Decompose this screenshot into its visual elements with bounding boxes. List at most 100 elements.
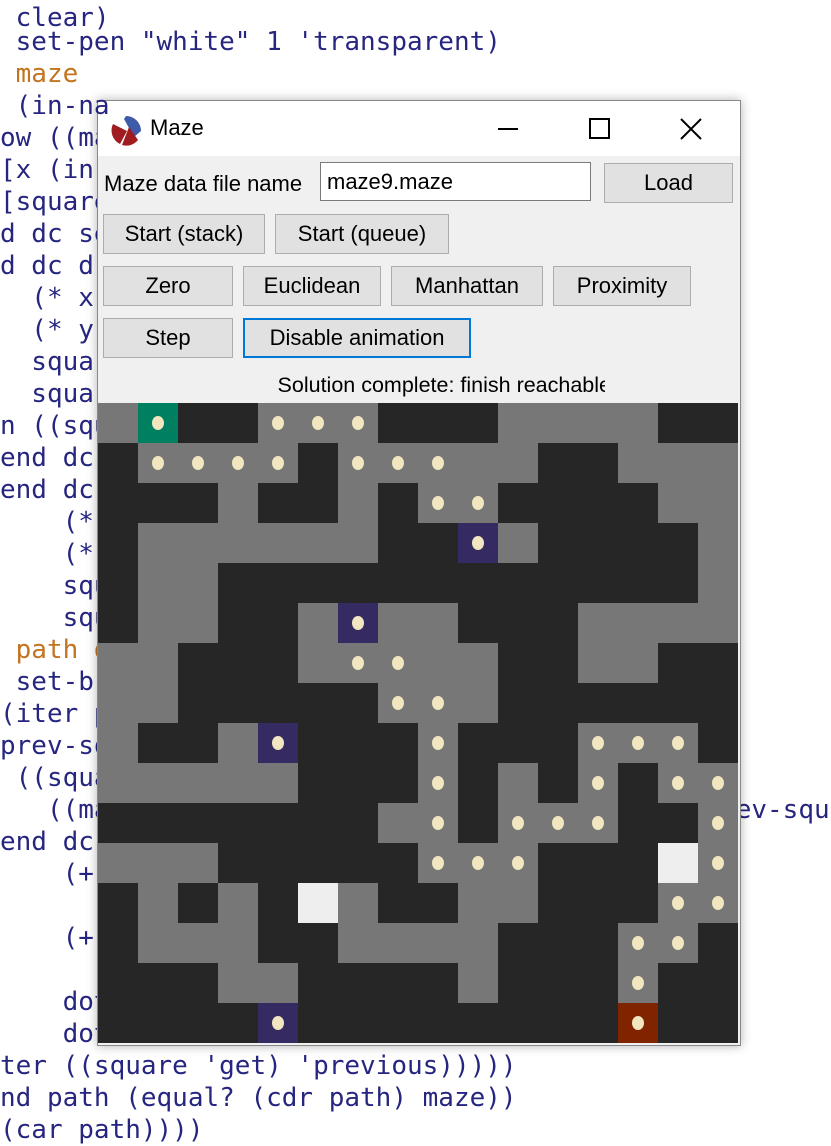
maze-cell-wall (578, 923, 618, 963)
maze-cell-wall (698, 643, 738, 683)
maze-cell-open (178, 563, 218, 603)
maze-cell-open (138, 523, 178, 563)
maze-cell-wall (458, 803, 498, 843)
status-message: Solution complete: finish reachable (277, 373, 605, 397)
maze-cell-open (138, 883, 178, 923)
maze-cell-wall (298, 683, 338, 723)
maze-cell-wall (218, 563, 258, 603)
close-icon[interactable] (668, 111, 714, 147)
maze-cell-open (458, 923, 498, 963)
maze-cell-wall (338, 803, 378, 843)
maze-cell-open-path (418, 803, 458, 843)
code-line: (iter p (0, 699, 110, 729)
maze-cell-visited-path (458, 523, 498, 563)
file-name-input[interactable] (320, 162, 591, 201)
maze-cell-wall (618, 883, 658, 923)
step-button[interactable]: Step (103, 318, 233, 358)
maze-cell-open-path (698, 763, 738, 803)
maze-cell-wall (98, 963, 138, 1003)
code-line: path d (0, 635, 110, 665)
maze-cell-open (378, 923, 418, 963)
maze-cell-visited-path (258, 723, 298, 763)
maze-cell-wall (538, 603, 578, 643)
path-dot-icon (632, 736, 644, 750)
euclidean-button[interactable]: Euclidean (243, 266, 381, 306)
maze-cell-open (218, 883, 258, 923)
maze-cell-open-path (218, 443, 258, 483)
path-dot-icon (472, 496, 484, 510)
maze-cell-wall (538, 483, 578, 523)
maze-cell-wall (538, 923, 578, 963)
maze-cell-wall (578, 1003, 618, 1043)
manhattan-button[interactable]: Manhattan (391, 266, 543, 306)
maze-cell-open (618, 603, 658, 643)
maze-cell-open (618, 403, 658, 443)
maze-cell-wall (458, 563, 498, 603)
disable-animation-button[interactable]: Disable animation (243, 318, 471, 358)
maze-cell-open-path (658, 723, 698, 763)
path-dot-icon (432, 816, 444, 830)
maze-cell-wall (618, 803, 658, 843)
maze-cell-wall (418, 403, 458, 443)
zero-button[interactable]: Zero (103, 266, 233, 306)
maze-grid[interactable] (98, 403, 738, 1043)
maze-cell-open (218, 723, 258, 763)
maze-cell-open (138, 563, 178, 603)
path-dot-icon (712, 816, 724, 830)
code-line: maze (0, 59, 79, 89)
maze-cell-wall (618, 683, 658, 723)
maze-cell-wall (178, 483, 218, 523)
start-stack-button[interactable]: Start (stack) (103, 214, 265, 254)
status-text: Solution complete: finish reachable (98, 373, 605, 398)
maze-cell-wall (458, 1003, 498, 1043)
maze-cell-open (218, 483, 258, 523)
maze-cell-wall (178, 803, 218, 843)
maze-cell-open (418, 923, 458, 963)
maze-cell-wall (458, 723, 498, 763)
maze-cell-wall (338, 1003, 378, 1043)
path-dot-icon (392, 656, 404, 670)
maze-cell-open (658, 603, 698, 643)
maze-cell-open (178, 523, 218, 563)
maze-cell-open-path (458, 843, 498, 883)
maze-cell-wall (258, 683, 298, 723)
maze-cell-wall (338, 763, 378, 803)
load-button[interactable]: Load (604, 163, 733, 203)
code-line: dot (0, 987, 110, 1017)
maximize-icon[interactable] (576, 111, 622, 147)
maze-cell-open (418, 643, 458, 683)
code-line: squ (0, 603, 110, 633)
maze-cell-open-path (378, 643, 418, 683)
maze-cell-wall (218, 403, 258, 443)
maze-cell-wall (378, 883, 418, 923)
path-dot-icon (672, 896, 684, 910)
maze-cell-wall (378, 483, 418, 523)
maze-cell-wall (378, 563, 418, 603)
path-dot-icon (392, 696, 404, 710)
maze-cell-wall (618, 563, 658, 603)
maze-cell-wall (378, 1003, 418, 1043)
minimize-icon[interactable] (485, 111, 531, 147)
code-line: (+ (0, 859, 94, 889)
maze-cell-open (298, 603, 338, 643)
maze-cell-highlight (298, 883, 338, 923)
maze-cell-open-path (618, 923, 658, 963)
maze-cell-open (698, 563, 738, 603)
maze-cell-wall (538, 883, 578, 923)
maze-cell-wall (258, 883, 298, 923)
maze-cell-wall (298, 763, 338, 803)
maze-cell-wall (538, 683, 578, 723)
path-dot-icon (592, 816, 604, 830)
maze-cell-wall (538, 963, 578, 1003)
maze-cell-open (698, 603, 738, 643)
path-dot-icon (712, 896, 724, 910)
maze-cell-wall (538, 523, 578, 563)
maze-cell-open (538, 403, 578, 443)
maze-cell-wall (658, 1003, 698, 1043)
start-queue-button[interactable]: Start (queue) (275, 214, 449, 254)
code-line: (* y (0, 315, 94, 345)
maze-cell-open (618, 443, 658, 483)
title-bar[interactable]: Maze (98, 101, 740, 156)
code-line: n ((squ (0, 411, 110, 441)
proximity-button[interactable]: Proximity (553, 266, 691, 306)
